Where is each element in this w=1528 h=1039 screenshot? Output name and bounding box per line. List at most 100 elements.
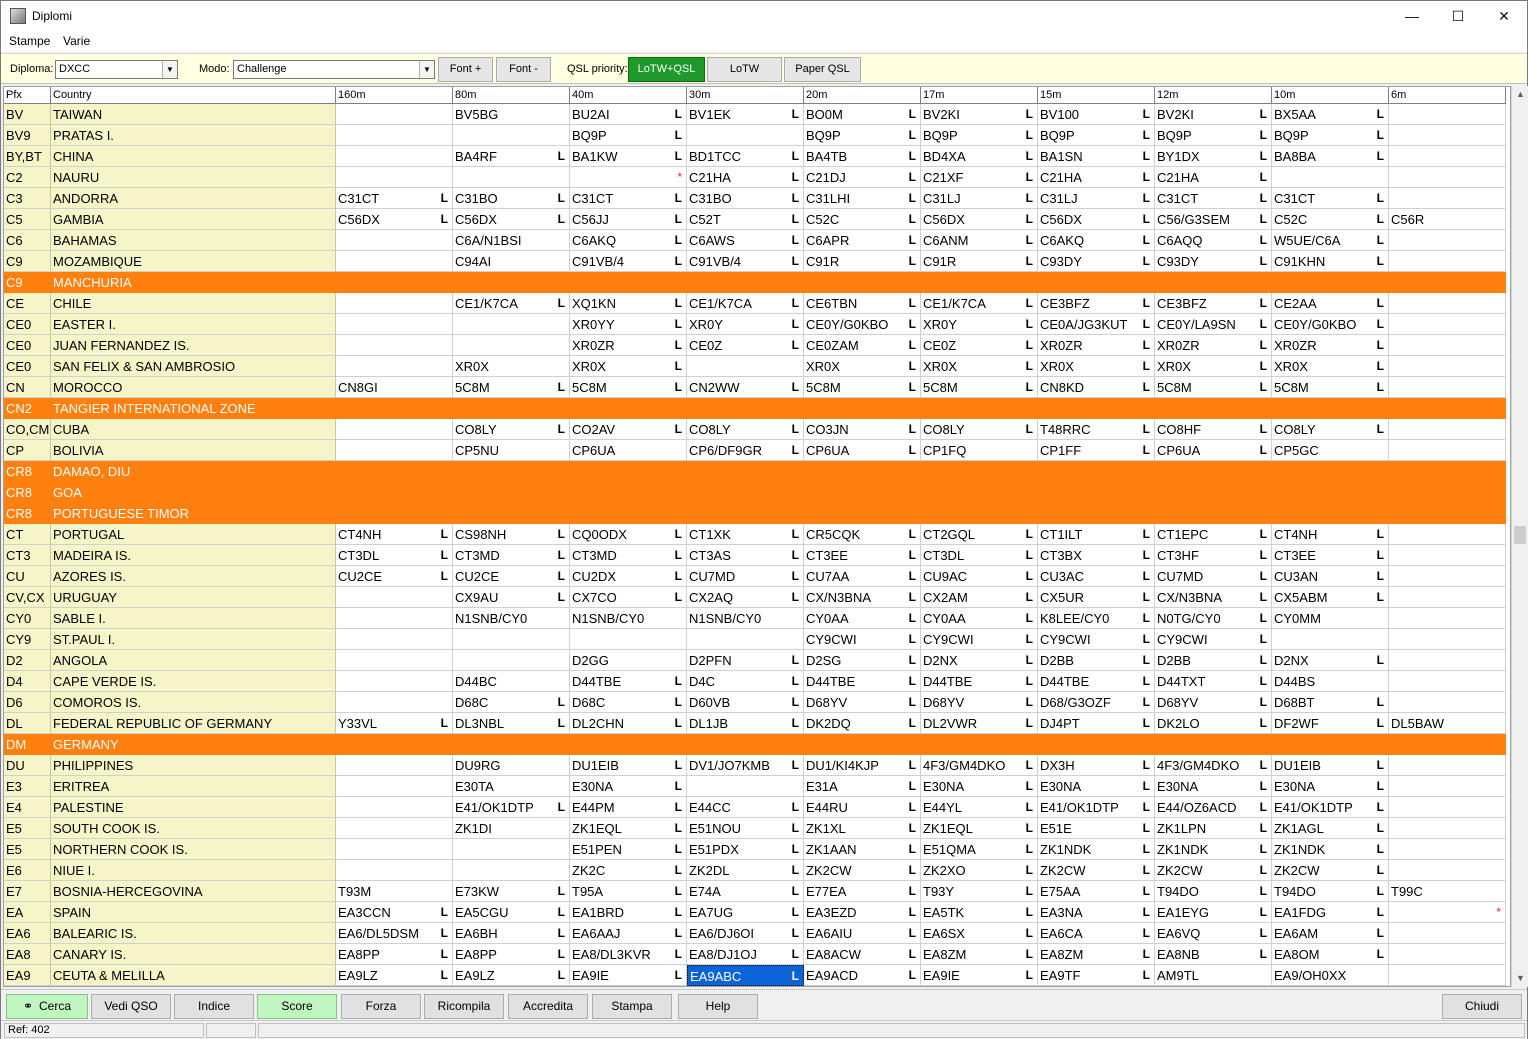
band-cell-160m[interactable] <box>336 629 453 650</box>
band-cell-15m[interactable]: CT1ILT L <box>1038 524 1155 545</box>
band-cell-6m[interactable]: DL5BAW <box>1389 713 1506 734</box>
band-cell-30m[interactable]: E51PDX L <box>687 839 804 860</box>
prefix-cell[interactable]: E5 <box>4 818 51 839</box>
band-cell-80m[interactable]: BV5BG <box>453 104 570 125</box>
band-cell-6m[interactable] <box>1389 503 1506 524</box>
band-cell-160m[interactable] <box>336 335 453 356</box>
band-cell-12m[interactable] <box>1155 398 1272 419</box>
band-cell-30m[interactable]: N1SNB/CY0 <box>687 608 804 629</box>
band-cell-12m[interactable]: D44TXT L <box>1155 671 1272 692</box>
band-cell-15m[interactable]: BV100 L <box>1038 104 1155 125</box>
chiudi-button[interactable]: Chiudi <box>1442 994 1522 1019</box>
band-cell-6m[interactable] <box>1389 965 1506 986</box>
band-cell-17m[interactable]: C31LJ L <box>921 188 1038 209</box>
band-cell-12m[interactable]: EA8NB L <box>1155 944 1272 965</box>
font-plus-button[interactable]: Font + <box>438 57 493 82</box>
band-cell-160m[interactable]: CT3DL L <box>336 545 453 566</box>
band-cell-20m[interactable]: CE0ZAM L <box>804 335 921 356</box>
band-cell-6m[interactable] <box>1389 860 1506 881</box>
band-cell-40m[interactable] <box>570 503 687 524</box>
country-cell[interactable]: MADEIRA IS. <box>51 545 336 566</box>
band-cell-40m[interactable]: E44PM L <box>570 797 687 818</box>
prefix-cell[interactable]: C5 <box>4 209 51 230</box>
band-cell-80m[interactable] <box>453 314 570 335</box>
band-cell-12m[interactable]: DK2LO L <box>1155 713 1272 734</box>
prefix-cell[interactable]: CO,CM <box>4 419 51 440</box>
prefix-cell[interactable]: CP <box>4 440 51 461</box>
cerca-button[interactable]: ⚭ Cerca <box>6 994 88 1019</box>
country-cell[interactable]: NAURU <box>51 167 336 188</box>
column-header-17m[interactable]: 17m <box>921 87 1038 104</box>
band-cell-6m[interactable] <box>1389 125 1506 146</box>
stampa-button[interactable]: Stampa <box>592 994 672 1019</box>
band-cell-20m[interactable]: CE0Y/G0KBO L <box>804 314 921 335</box>
band-cell-160m[interactable] <box>336 440 453 461</box>
band-cell-40m[interactable]: EA9IE L <box>570 965 687 986</box>
band-cell-10m[interactable]: CP5GC <box>1272 440 1389 461</box>
band-cell-12m[interactable]: ZK1LPN L <box>1155 818 1272 839</box>
band-cell-30m[interactable]: EA8/DJ1OJ L <box>687 944 804 965</box>
diploma-select[interactable]: DXCC ▼ <box>55 60 178 79</box>
column-header-country[interactable]: Country <box>51 87 336 104</box>
band-cell-40m[interactable]: BU2AI L <box>570 104 687 125</box>
band-cell-10m[interactable]: T94DO L <box>1272 881 1389 902</box>
prefix-cell[interactable]: CU <box>4 566 51 587</box>
band-cell-12m[interactable]: 4F3/GM4DKO L <box>1155 755 1272 776</box>
band-cell-15m[interactable]: EA3NA L <box>1038 902 1155 923</box>
band-cell-40m[interactable]: 5C8M L <box>570 377 687 398</box>
band-cell-30m[interactable]: CP6/DF9GR L <box>687 440 804 461</box>
chevron-down-icon[interactable]: ▼ <box>162 61 177 78</box>
band-cell-30m[interactable]: CE0Z L <box>687 335 804 356</box>
band-cell-30m[interactable] <box>687 461 804 482</box>
country-cell[interactable]: BOLIVIA <box>51 440 336 461</box>
band-cell-10m[interactable] <box>1272 167 1389 188</box>
band-cell-17m[interactable]: CX2AM L <box>921 587 1038 608</box>
band-cell-6m[interactable] <box>1389 377 1506 398</box>
band-cell-30m[interactable]: EA7UG L <box>687 902 804 923</box>
band-cell-20m[interactable]: CE6TBN L <box>804 293 921 314</box>
band-cell-6m[interactable] <box>1389 944 1506 965</box>
band-cell-20m[interactable]: D2SG L <box>804 650 921 671</box>
band-cell-40m[interactable]: ZK2C L <box>570 860 687 881</box>
band-cell-12m[interactable] <box>1155 461 1272 482</box>
band-cell-15m[interactable]: C31LJ L <box>1038 188 1155 209</box>
band-cell-12m[interactable]: D68YV L <box>1155 692 1272 713</box>
band-cell-15m[interactable]: ZK2CW L <box>1038 860 1155 881</box>
country-cell[interactable]: GAMBIA <box>51 209 336 230</box>
band-cell-6m[interactable] <box>1389 734 1506 755</box>
band-cell-10m[interactable]: DF2WF L <box>1272 713 1389 734</box>
band-cell-40m[interactable]: XR0YY L <box>570 314 687 335</box>
band-cell-80m[interactable]: DU9RG <box>453 755 570 776</box>
band-cell-30m[interactable]: E74A L <box>687 881 804 902</box>
band-cell-30m[interactable]: C21HA L <box>687 167 804 188</box>
band-cell-30m[interactable]: D60VB L <box>687 692 804 713</box>
band-cell-17m[interactable]: CO8LY L <box>921 419 1038 440</box>
band-cell-10m[interactable]: BX5AA L <box>1272 104 1389 125</box>
band-cell-80m[interactable]: CX9AU L <box>453 587 570 608</box>
band-cell-10m[interactable]: BQ9P L <box>1272 125 1389 146</box>
band-cell-80m[interactable] <box>453 335 570 356</box>
band-cell-160m[interactable]: CU2CE L <box>336 566 453 587</box>
band-cell-6m[interactable] <box>1389 461 1506 482</box>
band-cell-40m[interactable] <box>570 629 687 650</box>
band-cell-160m[interactable] <box>336 839 453 860</box>
country-cell[interactable]: PALESTINE <box>51 797 336 818</box>
band-cell-80m[interactable]: EA9LZ L <box>453 965 570 986</box>
band-cell-30m[interactable]: CE1/K7CA L <box>687 293 804 314</box>
band-cell-12m[interactable]: CE0Y/LA9SN L <box>1155 314 1272 335</box>
band-cell-15m[interactable]: K8LEE/CY0 L <box>1038 608 1155 629</box>
prefix-cell[interactable]: CT3 <box>4 545 51 566</box>
band-cell-6m[interactable]: T99C <box>1389 881 1506 902</box>
band-cell-30m[interactable]: CN2WW L <box>687 377 804 398</box>
band-cell-20m[interactable]: CU7AA L <box>804 566 921 587</box>
band-cell-160m[interactable]: C56DX L <box>336 209 453 230</box>
band-cell-20m[interactable]: DK2DQ L <box>804 713 921 734</box>
band-cell-30m[interactable] <box>687 482 804 503</box>
band-cell-6m[interactable] <box>1389 251 1506 272</box>
country-cell[interactable]: PORTUGAL <box>51 524 336 545</box>
band-cell-160m[interactable]: Y33VL L <box>336 713 453 734</box>
band-cell-20m[interactable]: E31A L <box>804 776 921 797</box>
band-cell-10m[interactable]: EA9/OH0XX <box>1272 965 1389 986</box>
band-cell-15m[interactable]: CT3BX L <box>1038 545 1155 566</box>
band-cell-80m[interactable]: BA4RF L <box>453 146 570 167</box>
